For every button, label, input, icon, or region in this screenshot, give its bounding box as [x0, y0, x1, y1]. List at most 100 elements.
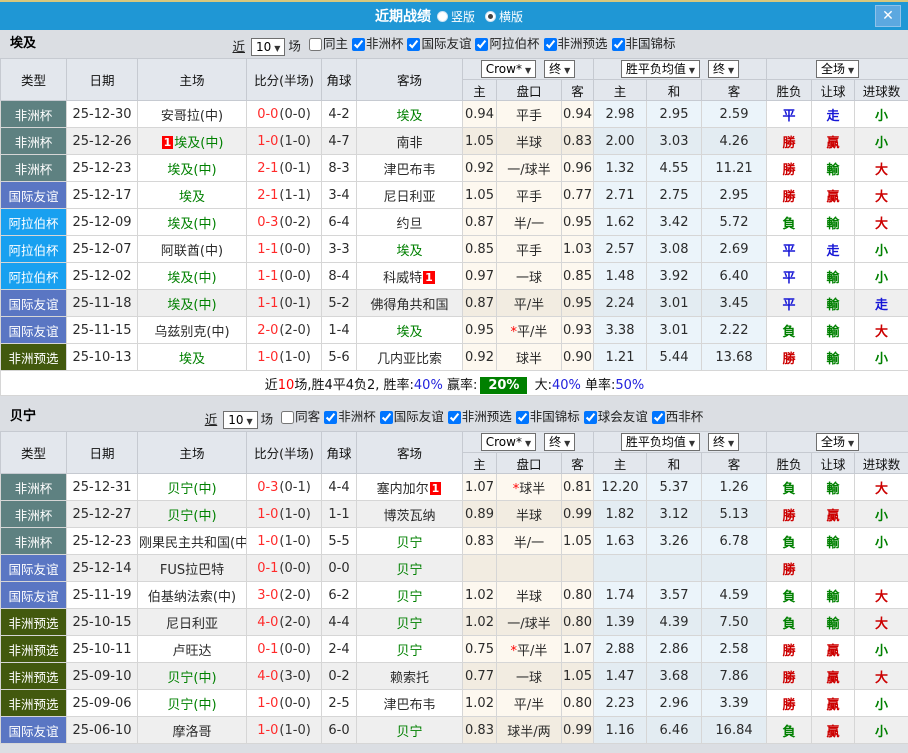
- filter-same-venue[interactable]: 同主: [301, 30, 348, 58]
- filter-label: 球会友谊: [597, 409, 648, 424]
- result: 負: [766, 208, 813, 236]
- goals-result: 小: [854, 500, 908, 528]
- competition-checkbox[interactable]: [379, 410, 393, 424]
- competition-checkbox[interactable]: [351, 37, 365, 51]
- same-venue-checkbox[interactable]: [281, 410, 295, 424]
- corners: 6-0: [321, 716, 357, 744]
- match-date: 25-12-26: [66, 127, 138, 155]
- scope-dropdown[interactable]: 全场 ▼: [815, 433, 860, 451]
- avg-win: 1.48: [593, 262, 648, 290]
- avg-draw: 4.55: [646, 154, 703, 182]
- result: 負: [766, 527, 813, 555]
- avg-draw: 3.42: [646, 208, 703, 236]
- score: 2-1(1-1): [246, 181, 322, 209]
- close-button[interactable]: ✕: [875, 5, 901, 27]
- home-team: 伯基纳法索(中): [137, 581, 247, 609]
- same-venue-checkbox[interactable]: [308, 37, 322, 51]
- match-date: 25-09-10: [66, 662, 138, 690]
- competition-checkbox[interactable]: [651, 410, 665, 424]
- avg-time-dropdown[interactable]: 终 ▼: [708, 433, 740, 451]
- summary-part: 40%: [413, 377, 443, 393]
- filter-competition[interactable]: 阿拉伯杯: [471, 30, 540, 58]
- col-score: 比分(半场): [246, 431, 322, 474]
- match-type: 非洲杯: [0, 527, 67, 555]
- scope-dropdown[interactable]: 全场 ▼: [815, 60, 860, 78]
- near-link[interactable]: 近: [205, 412, 218, 427]
- competition-checkbox[interactable]: [407, 37, 421, 51]
- chevron-down-icon: ▼: [728, 66, 735, 75]
- col-handicap-result: 让球: [811, 452, 856, 474]
- odds-time-dropdown[interactable]: 终 ▼: [544, 60, 576, 78]
- bookmaker-dropdown[interactable]: Crow* ▼: [480, 433, 537, 451]
- competition-checkbox[interactable]: [447, 410, 461, 424]
- competition-checkbox[interactable]: [515, 410, 529, 424]
- filter-label: 同客: [295, 409, 321, 424]
- handicap-result: 輸: [811, 343, 856, 371]
- filter-competition[interactable]: 非洲预选: [444, 403, 512, 431]
- avg-win: 1.16: [593, 716, 648, 744]
- match-count-select[interactable]: 10 ▼: [223, 411, 258, 429]
- col-avg-win: 主: [593, 79, 648, 101]
- competition-checkbox[interactable]: [475, 37, 489, 51]
- match-date: 25-12-17: [66, 181, 138, 209]
- handicap-result: 贏: [811, 127, 856, 155]
- competition-checkbox[interactable]: [543, 37, 557, 51]
- filter-competition[interactable]: 国际友谊: [376, 403, 444, 431]
- competition-checkbox[interactable]: [583, 410, 597, 424]
- col-odds-away: 客: [560, 452, 595, 474]
- avg-win: 1.32: [593, 154, 648, 182]
- avg-lose: 7.50: [701, 608, 768, 636]
- away-team: 贝宁: [356, 527, 463, 555]
- match-count-select[interactable]: 10 ▼: [250, 38, 286, 56]
- avg-draw: 2.86: [646, 635, 703, 663]
- avg-odds-dropdown[interactable]: 胜平负均值 ▼: [620, 433, 701, 451]
- result: 負: [766, 581, 813, 609]
- odds-home: 0.77: [462, 662, 497, 690]
- filter-competition[interactable]: 球会友谊: [580, 403, 648, 431]
- avg-win: 2.71: [593, 181, 648, 209]
- goals-result: 小: [854, 343, 908, 371]
- handicap: 球半/两: [496, 716, 562, 744]
- result: 勝: [766, 127, 813, 155]
- filter-competition[interactable]: 非洲杯: [348, 30, 403, 58]
- score: 1-0(0-0): [246, 689, 322, 717]
- match-type: 非洲预选: [0, 662, 67, 690]
- filter-competition[interactable]: 非国锦标: [608, 30, 676, 58]
- radio-vertical-layout[interactable]: 竖版: [436, 8, 475, 25]
- odds-time-dropdown[interactable]: 终 ▼: [544, 433, 576, 451]
- avg-win: 12.20: [593, 473, 648, 501]
- bookmaker-dropdown[interactable]: Crow* ▼: [480, 60, 537, 78]
- filter-competition[interactable]: 非国锦标: [512, 403, 580, 431]
- filter-competition[interactable]: 西非杯: [648, 403, 703, 431]
- record-summary: 近10场,胜4平4负2, 胜率:40% 赢率: 20% 大:40% 单率:50%: [0, 370, 908, 396]
- home-team: 埃及(中): [137, 208, 247, 236]
- corners: 4-2: [321, 100, 357, 128]
- avg-odds-dropdown[interactable]: 胜平负均值 ▼: [620, 60, 701, 78]
- avg-draw: 5.44: [646, 343, 703, 371]
- score: 1-1(0-1): [246, 289, 322, 317]
- corners: 6-4: [321, 208, 357, 236]
- col-goals: 进球数: [854, 452, 908, 474]
- avg-lose: 4.59: [701, 581, 768, 609]
- near-link[interactable]: 近: [232, 39, 245, 54]
- filter-competition[interactable]: 非洲预选: [540, 30, 608, 58]
- result: 平: [766, 289, 813, 317]
- summary-part: 40%: [551, 377, 581, 393]
- odds-away: 0.99: [560, 716, 595, 744]
- handicap-result: 輸: [811, 154, 856, 182]
- col-odds-home: 主: [462, 452, 497, 474]
- filter-same-venue[interactable]: 同客: [273, 403, 320, 431]
- avg-lose: [701, 554, 768, 582]
- avg-win: 1.82: [593, 500, 648, 528]
- match-type: 非洲预选: [0, 608, 67, 636]
- avg-win: 2.57: [593, 235, 648, 263]
- competition-checkbox[interactable]: [611, 37, 625, 51]
- competition-checkbox[interactable]: [324, 410, 338, 424]
- avg-time-dropdown[interactable]: 终 ▼: [708, 60, 740, 78]
- radio-horizontal-layout[interactable]: 横版: [485, 8, 523, 25]
- match-date: 25-12-07: [66, 235, 138, 263]
- filter-competition[interactable]: 国际友谊: [403, 30, 471, 58]
- handicap: *平/半: [496, 316, 562, 344]
- filter-competition[interactable]: 非洲杯: [320, 403, 376, 431]
- match-row: 阿拉伯杯 25-12-07 阿联酋(中) 1-1(0-0) 3-3 埃及 0.85 平手 1.0…: [0, 235, 908, 263]
